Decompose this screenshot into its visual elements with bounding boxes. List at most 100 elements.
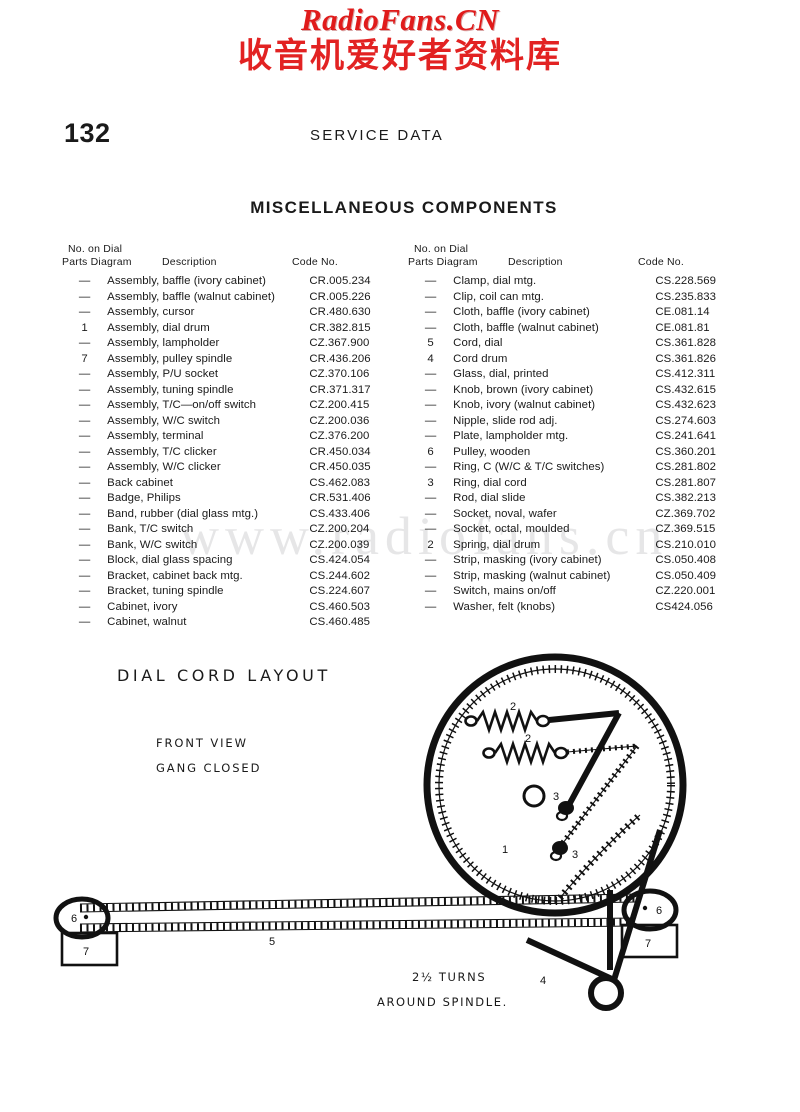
cell-no-on-dial: —: [78, 476, 91, 489]
cell-description: Ring, C (W/C & T/C switches): [453, 461, 605, 474]
cell-code-no: CS.224.607: [309, 585, 371, 598]
cell-no-on-dial: —: [424, 461, 437, 474]
table-row: — Rod, dial slide CS.382.213: [408, 491, 763, 507]
cell-no-on-dial: —: [424, 492, 437, 505]
section-title-text: MISCELLANEOUS COMPONENTS: [250, 198, 558, 217]
table-row: — Clip, coil can mtg. CS.235.833: [408, 290, 763, 306]
cell-code-no: CZ.376.200: [309, 430, 370, 443]
cell-no-on-dial: 7: [81, 352, 88, 365]
cell-code-no: CR.450.034: [309, 445, 371, 458]
cell-description: Block, dial glass spacing: [107, 554, 233, 567]
cell-code-no: CZ.220.001: [655, 585, 716, 598]
table-row: 1 Assembly, dial drum CR.382.815: [62, 321, 417, 337]
table-row: — Ring, C (W/C & T/C switches) CS.281.802: [408, 460, 763, 476]
cell-no-on-dial: —: [424, 290, 437, 303]
callout-cord-dial: 5: [269, 936, 275, 948]
cell-description: Knob, ivory (walnut cabinet): [453, 399, 596, 412]
cell-description: Plate, lampholder mtg.: [453, 430, 569, 443]
cell-no-on-dial: —: [78, 600, 91, 613]
cell-no-on-dial: —: [78, 585, 91, 598]
cell-code-no: CS.210.010: [655, 538, 717, 551]
cell-no-on-dial: 4: [427, 352, 434, 365]
table-row: — Assembly, baffle (ivory cabinet) CR.005.…: [62, 274, 417, 290]
table-row: — Assembly, terminal CZ.376.200: [62, 429, 417, 445]
column-header-description: Description: [162, 256, 217, 268]
cell-description: Cord drum: [453, 352, 508, 365]
cell-no-on-dial: —: [424, 554, 437, 567]
tuning-spindle: [588, 975, 624, 1011]
cell-code-no: CZ.200.415: [309, 399, 370, 412]
table-row: — Bracket, cabinet back mtg. CS.244.602: [62, 569, 417, 585]
cell-description: Rod, dial slide: [453, 492, 526, 505]
dial-cord-layout-diagram: 2 2 3 3 1 4 5 6 6 7 7: [53, 653, 687, 1011]
cell-description: Clamp, dial mtg.: [453, 275, 537, 288]
cell-no-on-dial: —: [78, 569, 91, 582]
ring-lower: [549, 841, 568, 862]
cell-no-on-dial: —: [424, 368, 437, 381]
table-row: — Plate, lampholder mtg. CS.241.641: [408, 429, 763, 445]
cell-code-no: CZ.200.036: [309, 414, 370, 427]
table-row: — Cabinet, ivory CS.460.503: [62, 600, 417, 616]
table-row: — Badge, Philips CR.531.406: [62, 491, 417, 507]
cell-no-on-dial: —: [424, 414, 437, 427]
cell-code-no: CS.360.201: [655, 445, 717, 458]
callout-bracket-right: 7: [645, 938, 651, 950]
cell-description: Band, rubber (dial glass mtg.): [107, 507, 259, 520]
table-row: — Cloth, baffle (walnut cabinet) CE.081.81: [408, 321, 763, 337]
cell-no-on-dial: —: [78, 414, 91, 427]
cell-code-no: CS.050.408: [655, 554, 717, 567]
cell-code-no: CS.424.054: [309, 554, 371, 567]
cell-no-on-dial: —: [424, 383, 437, 396]
table-row: — Assembly, W/C switch CZ.200.036: [62, 414, 417, 430]
cell-code-no: CR.531.406: [309, 492, 371, 505]
cell-description: Assembly, T/C clicker: [107, 445, 217, 458]
dial-cord-upper-run: [79, 893, 637, 913]
cell-description: Spring, dial drum: [453, 538, 541, 551]
cell-no-on-dial: —: [78, 383, 91, 396]
cell-no-on-dial: —: [78, 554, 91, 567]
cell-no-on-dial: —: [78, 290, 91, 303]
cell-description: Cord, dial: [453, 337, 503, 350]
callout-drum: 1: [502, 844, 508, 856]
parts-list-right: — Clamp, dial mtg. CS.228.569 — Clip, coil c…: [408, 274, 763, 615]
ring-upper: [555, 801, 574, 822]
cell-description: Nipple, slide rod adj.: [453, 414, 558, 427]
table-row: — Socket, octal, moulded CZ.369.515: [408, 522, 763, 538]
table-row: — Assembly, baffle (walnut cabinet) CR.005…: [62, 290, 417, 306]
cell-description: Assembly, P/U socket: [107, 368, 219, 381]
cell-description: Cloth, baffle (ivory cabinet): [453, 306, 590, 319]
cell-description: Bank, T/C switch: [107, 523, 194, 536]
running-head: SERVICE DATA: [310, 127, 444, 144]
watermark-latin-text: RadioFans.CN: [300, 2, 500, 37]
cell-code-no: CS.281.807: [655, 476, 717, 489]
column-header-code-no: Code No.: [292, 256, 338, 268]
parts-list-left: — Assembly, baffle (ivory cabinet) CR.005.…: [62, 274, 417, 631]
cell-no-on-dial: —: [78, 538, 91, 551]
table-row: — Bank, T/C switch CZ.200.204: [62, 522, 417, 538]
callout-pulley-left: 6: [71, 913, 77, 925]
page-number: 132: [64, 118, 111, 148]
cell-code-no: CS.241.641: [655, 430, 717, 443]
drum-centre-hub: [522, 784, 546, 808]
cell-code-no: CS.412.311: [655, 368, 716, 381]
table-row: 3 Ring, dial cord CS.281.807: [408, 476, 763, 492]
callout-ring-lower: 3: [572, 849, 578, 861]
cell-code-no: CS.228.569: [655, 275, 717, 288]
cell-code-no: CS.050.409: [655, 569, 717, 582]
cell-code-no: CS.432.615: [655, 383, 717, 396]
cell-no-on-dial: —: [424, 306, 437, 319]
table-row: 2 Spring, dial drum CS.210.010: [408, 538, 763, 554]
cell-description: Assembly, W/C clicker: [107, 461, 221, 474]
cell-description: Assembly, pulley spindle: [107, 352, 233, 365]
cell-description: Assembly, baffle (ivory cabinet): [107, 275, 266, 288]
cell-description: Assembly, T/C—on/off switch: [107, 399, 257, 412]
table-row: — Knob, ivory (walnut cabinet) CS.432.623: [408, 398, 763, 414]
cell-description: Glass, dial, printed: [453, 368, 549, 381]
table-row: — Glass, dial, printed CS.412.311: [408, 367, 763, 383]
table-row: — Assembly, W/C clicker CR.450.035: [62, 460, 417, 476]
cell-code-no: CR.005.234: [309, 275, 371, 288]
cell-code-no: CS.235.833: [655, 290, 717, 303]
cell-code-no: CS.432.623: [655, 399, 717, 412]
cord-to-ring-upper: [567, 711, 622, 805]
table-row: — Nipple, slide rod adj. CS.274.603: [408, 414, 763, 430]
